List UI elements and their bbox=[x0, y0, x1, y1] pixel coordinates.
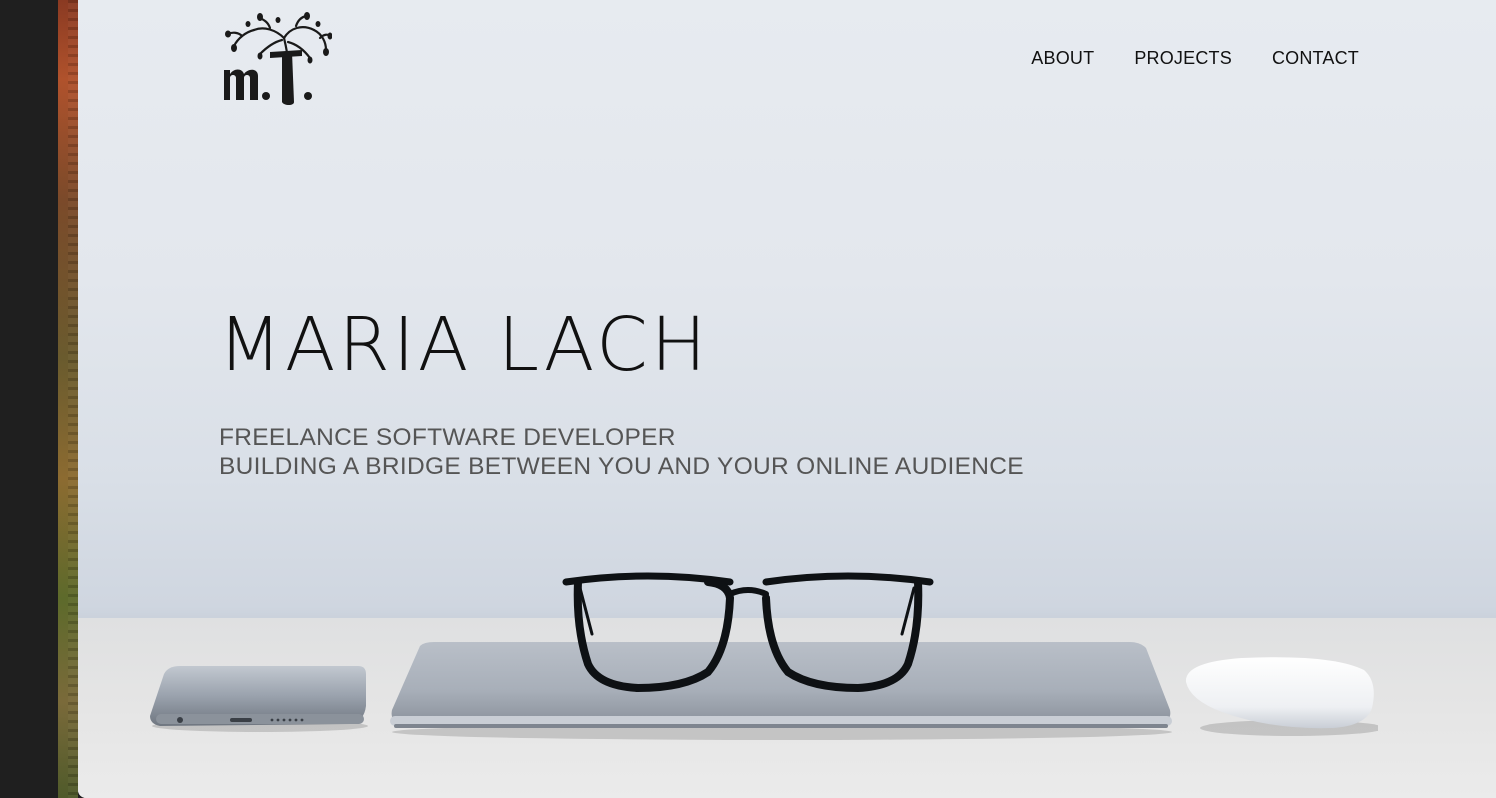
hero-subtitle-line2: BUILDING A BRIDGE BETWEEN YOU AND YOUR O… bbox=[219, 453, 1024, 480]
tree-logo-icon bbox=[224, 12, 333, 105]
hero-subtitle-line1: FREELANCE SOFTWARE DEVELOPER bbox=[219, 424, 676, 451]
eyeglasses-icon bbox=[562, 572, 934, 693]
nav-about-link[interactable]: ABOUT bbox=[1031, 46, 1094, 70]
hero-title: MARIA LACH bbox=[218, 302, 710, 388]
smartphone-icon bbox=[150, 666, 368, 732]
desktop-dark-edge bbox=[0, 0, 58, 798]
main-nav: ABOUT PROJECTS CONTACT bbox=[1031, 46, 1359, 70]
nav-contact-link[interactable]: CONTACT bbox=[1272, 46, 1359, 70]
website-page: ABOUT PROJECTS CONTACT MARIA LACH FREELA… bbox=[78, 0, 1496, 798]
mouse-icon bbox=[1185, 657, 1378, 736]
site-logo[interactable] bbox=[220, 12, 333, 110]
desktop-wallpaper-strip bbox=[58, 0, 78, 798]
hero-subtitle: FREELANCE SOFTWARE DEVELOPER BUILDING A … bbox=[219, 423, 1024, 481]
nav-projects-link[interactable]: PROJECTS bbox=[1134, 46, 1232, 70]
